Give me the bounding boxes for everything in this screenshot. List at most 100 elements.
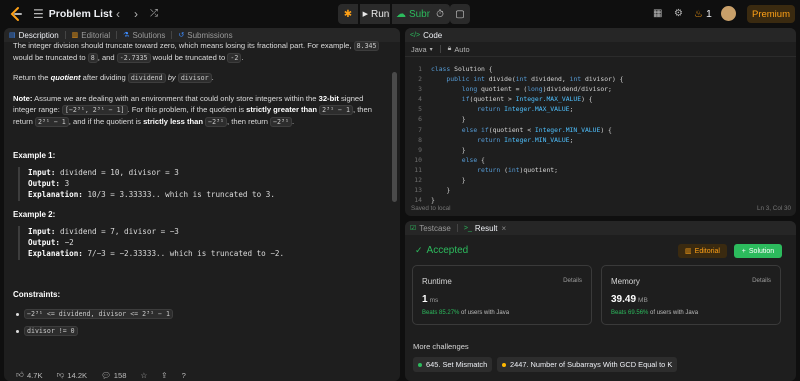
difficulty-dot [502,362,506,367]
code-line[interactable]: 1 class Solution { [405,64,796,74]
challenge-chip[interactable]: 645. Set Mismatch [413,357,493,372]
code-line[interactable]: 13 } [405,185,796,195]
premium-button[interactable]: Premium [747,5,795,23]
inline-code: divisor [177,73,212,84]
line-number: 1 [418,65,422,73]
comment-icon: 💬︎ [101,370,111,380]
inline-code: dividend [127,73,166,84]
language-select[interactable]: Java ▾ [411,45,433,54]
help-icon[interactable]: ? [182,371,186,380]
text: would be truncated to [13,53,88,63]
lock-icon: 🔒︎ [447,45,452,52]
code-line[interactable]: 8 return Integer.MIN_VALUE; [405,135,796,145]
star-icon[interactable]: ☆ [140,371,147,380]
streak-counter[interactable]: ♨ 1 [694,7,712,21]
output-label: Output: [28,179,61,189]
bug-icon: ✱ [343,8,353,20]
inline-code: −2³¹ [205,117,228,128]
problem-list-button[interactable]: ☰ Problem List [33,7,112,21]
like-button[interactable]: 👍︎ 4.7K [16,370,43,380]
upload-icon: ☁ [395,8,406,20]
next-problem-icon[interactable]: › [134,7,138,21]
code-line[interactable]: 6 } [405,114,796,124]
run-button[interactable]: ▶ Run [360,4,390,24]
code-line[interactable]: 3 long quotient = (long)dividend/divisor… [405,84,796,94]
constraint-code: divisor != 0 [24,326,78,336]
example-1-output: Output: 3 [28,178,378,189]
runtime-card[interactable]: Runtime Details 1 ms Beats 85.27% of user… [412,265,592,325]
plus-icon: + [741,247,746,255]
code-line[interactable]: 7 else if(quotient < Integer.MIN_VALUE) … [405,125,796,135]
bullet-dot [16,312,19,316]
code-line[interactable]: 2 public int divide(int dividend, int di… [405,74,796,84]
tab-description[interactable]: ▤ Description [9,31,59,40]
code-line[interactable]: 5 return Integer.MAX_VALUE; [405,104,796,114]
code-line[interactable]: 9 } [405,145,796,155]
code-line[interactable]: 11 return (int)quotient; [405,165,796,175]
inline-code: -2.7335 [116,53,151,64]
inline-code: 2³¹ − 1 [319,104,353,115]
thumbs-up-icon: 👍︎ [16,370,24,379]
runtime-details-link[interactable]: Details [563,277,582,284]
line-number: 8 [418,135,422,144]
debug-button[interactable]: ✱ [338,4,358,24]
runtime-title: Runtime [422,277,452,286]
inline-code: 8.345 [353,41,380,51]
tab-divider [64,31,66,39]
layout-icon[interactable]: ▦ [653,7,662,21]
solution-button[interactable]: + Solution [734,244,782,258]
tab-code[interactable]: </> Code [410,31,442,40]
description-scrollbar[interactable] [392,72,397,202]
code-line[interactable]: 10 else { [405,155,796,165]
example-2-explanation: Explanation: 7/−3 = −2.33333.. which is … [28,248,378,259]
auto-mode-toggle[interactable]: 🔒︎ Auto [448,45,470,54]
code-editor[interactable]: 1 class Solution {2 public int divide(int… [405,64,796,205]
code-text: else { [461,155,485,164]
challenge-chip[interactable]: 2447. Number of Subarrays With GCD Equal… [497,357,678,372]
check-circle-icon: ✓ [415,245,423,255]
code-line[interactable]: 12 } [405,175,796,185]
code-text: return (int)quotient; [477,165,559,174]
status-text: Accepted [426,245,469,256]
editorial-button[interactable]: ▥ Editorial [678,244,727,258]
dislike-button[interactable]: 👎︎ 14.2K [57,370,88,380]
comments-button[interactable]: 💬︎ 158 [101,371,126,380]
tab-submissions[interactable]: ↺ Submissions [178,31,232,40]
line-number: 4 [418,95,422,104]
tab-solutions-label: Solutions [132,30,166,40]
text: . [211,73,214,83]
shuffle-icon[interactable]: ⤮ [150,7,158,21]
example-2-title: Example 2: [13,210,56,219]
memory-details-link[interactable]: Details [752,277,771,284]
leetcode-logo[interactable] [8,6,24,22]
code-text: long quotient = (long)dividend/divisor; [461,85,612,94]
timer-button[interactable]: ⏱ [430,4,450,24]
text: . [291,117,295,127]
note-paragraph: Note: Assume we are dealing with an envi… [13,93,388,129]
share-icon[interactable]: ⇪ [161,371,167,380]
explanation-value: 7/−3 = −2.33333.. which is truncated to … [82,249,285,259]
output-label: Output: [28,238,61,248]
cursor-position: Ln 3, Col 30 [757,205,791,212]
notes-button[interactable]: ▢ [450,4,470,24]
memory-card[interactable]: Memory Details 39.49 MB Beats 69.56% of u… [601,265,781,325]
tab-solutions[interactable]: ⚗ Solutions [123,31,165,40]
bold-text: strictly less than [143,117,203,127]
tab-result[interactable]: >_ Result × [464,224,506,233]
settings-gear-icon[interactable]: ⚙ [674,7,683,21]
saved-status: Saved to local [411,205,451,212]
code-line[interactable]: 14} [405,195,796,205]
output-value: 3 [60,179,70,189]
memory-number: 39.49 [611,294,637,305]
problem-list-label: Problem List [48,8,113,20]
example-1-explanation: Explanation: 10/3 = 3.33333.. which is t… [28,189,378,200]
prev-problem-icon[interactable]: ‹ [116,7,120,21]
avatar[interactable] [721,6,736,21]
tab-testcase[interactable]: ☑ Testcase [410,224,451,233]
code-line[interactable]: 4 if(quotient > Integer.MAX_VALUE) { [405,94,796,104]
example-2-input: Input: dividend = 7, divisor = −3 [28,226,378,237]
code-text: } [431,196,435,205]
explanation-label: Explanation: [28,249,83,259]
tab-editorial[interactable]: ▥ Editorial [72,31,111,40]
close-icon[interactable]: × [502,224,507,233]
